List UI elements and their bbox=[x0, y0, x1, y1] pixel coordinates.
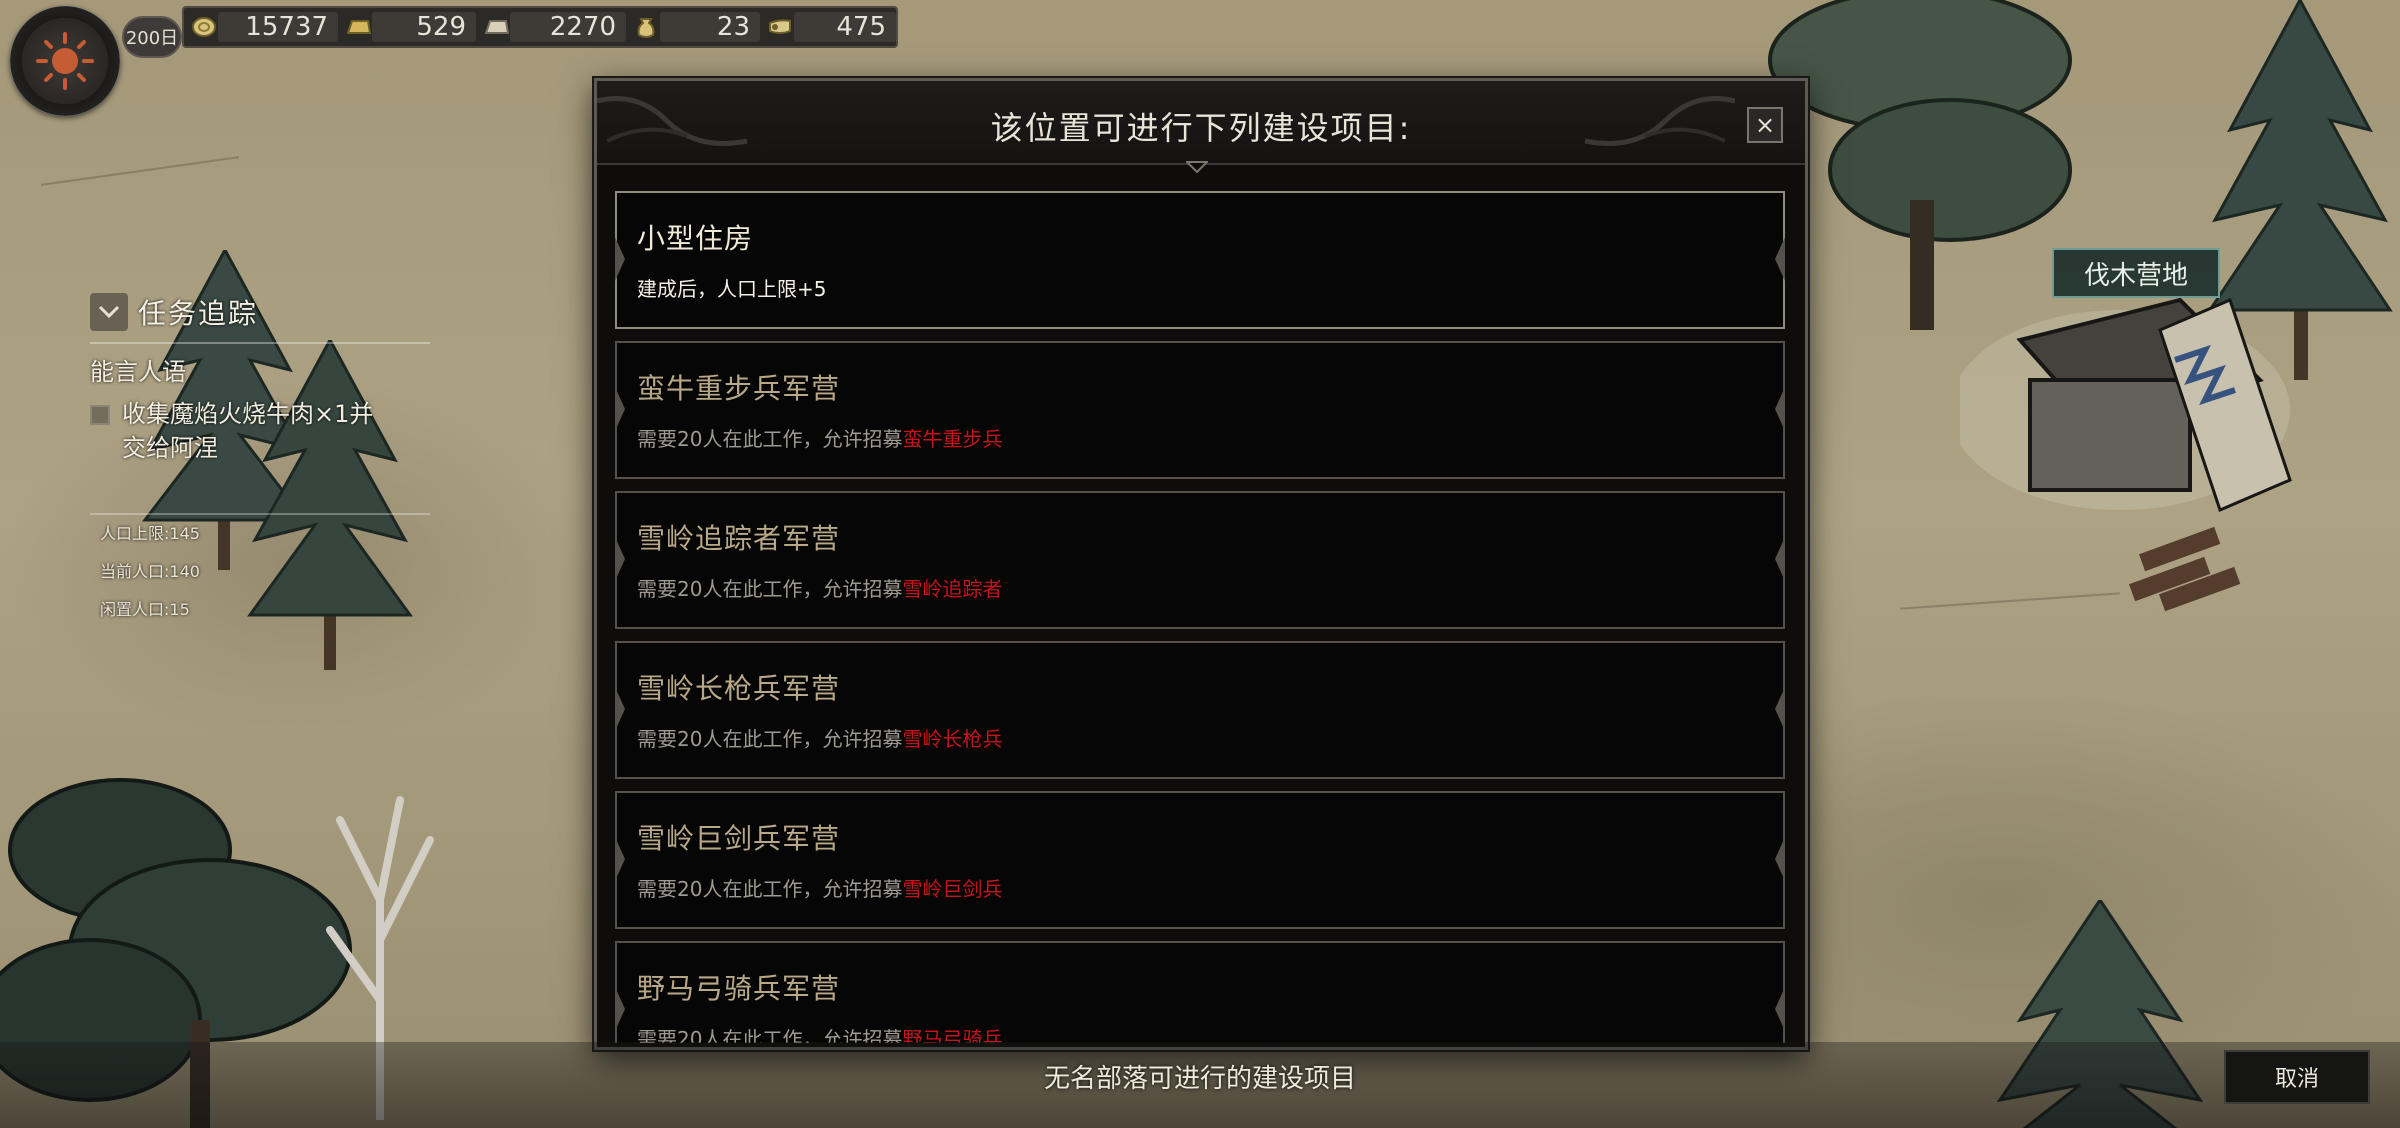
option-description: 需要20人在此工作，允许招募野马弓骑兵 bbox=[637, 1023, 1002, 1043]
cancel-button[interactable]: 取消 bbox=[2224, 1050, 2370, 1104]
resource-grain[interactable]: 23 bbox=[632, 11, 760, 43]
day-cycle-dial[interactable] bbox=[10, 6, 120, 116]
unit-name: 雪岭长枪兵 bbox=[902, 727, 1003, 751]
gold-bar-value: 529 bbox=[372, 12, 476, 42]
description-text: 需要20人在此工作，允许招募 bbox=[637, 577, 903, 601]
sun-icon bbox=[36, 32, 94, 90]
silver-bar-icon bbox=[482, 15, 510, 39]
build-options-list[interactable]: 小型住房 建成后，人口上限+5 蛮牛重步兵军营 需要20人在此工作，允许招募蛮牛… bbox=[615, 191, 1785, 1043]
description-text: 需要20人在此工作，允许招募 bbox=[637, 877, 903, 901]
option-title: 雪岭巨剑兵军营 bbox=[637, 822, 841, 855]
quest-tracker-title: 任务追踪 bbox=[138, 297, 259, 330]
description-text: 需要20人在此工作，允许招募 bbox=[637, 727, 903, 751]
option-description: 需要20人在此工作，允许招募雪岭长枪兵 bbox=[637, 723, 1002, 752]
resource-bar: 15737 529 2270 23 475 bbox=[182, 6, 898, 48]
card-notch bbox=[615, 237, 625, 281]
card-notch bbox=[615, 537, 625, 581]
option-title: 雪岭长枪兵军营 bbox=[637, 672, 841, 705]
horn-value: 475 bbox=[794, 12, 896, 42]
build-option-spearman-barracks[interactable]: 雪岭长枪兵军营 需要20人在此工作，允许招募雪岭长枪兵 bbox=[615, 641, 1785, 779]
idle-population: 闲置人口:15 bbox=[100, 600, 190, 619]
gold-bar-icon bbox=[344, 15, 372, 39]
dialog-header: 该位置可进行下列建设项目: × bbox=[597, 81, 1805, 165]
task-text-line1: 收集魔焰火烧牛肉×1并 bbox=[122, 400, 374, 428]
card-notch bbox=[1775, 387, 1785, 431]
description-text: 建成后，人口上限+5 bbox=[637, 277, 827, 301]
description-text: 需要20人在此工作，允许招募 bbox=[637, 1027, 903, 1043]
card-notch bbox=[1775, 237, 1785, 281]
card-notch bbox=[615, 387, 625, 431]
unit-name: 雪岭追踪者 bbox=[902, 577, 1003, 601]
option-title: 小型住房 bbox=[637, 222, 754, 255]
close-icon: × bbox=[1754, 111, 1776, 139]
card-notch bbox=[1775, 687, 1785, 731]
option-description: 建成后，人口上限+5 bbox=[637, 273, 826, 302]
description-text: 需要20人在此工作，允许招募 bbox=[637, 427, 903, 451]
build-option-greatsword-barracks[interactable]: 雪岭巨剑兵军营 需要20人在此工作，允许招募雪岭巨剑兵 bbox=[615, 791, 1785, 929]
build-options-dialog: 该位置可进行下列建设项目: × 小型住房 建成后，人口上限+5 蛮牛重步兵军营 … bbox=[594, 78, 1808, 1050]
close-button[interactable]: × bbox=[1747, 107, 1783, 143]
build-option-tracker-barracks[interactable]: 雪岭追踪者军营 需要20人在此工作，允许招募雪岭追踪者 bbox=[615, 491, 1785, 629]
card-notch bbox=[615, 987, 625, 1031]
build-option-bull-infantry-barracks[interactable]: 蛮牛重步兵军营 需要20人在此工作，允许招募蛮牛重步兵 bbox=[615, 341, 1785, 479]
current-population: 当前人口:140 bbox=[100, 562, 200, 581]
header-pointer-icon bbox=[1186, 161, 1208, 173]
task-text-line2: 交给阿涅 bbox=[122, 434, 218, 462]
option-title: 野马弓骑兵军营 bbox=[637, 972, 841, 1005]
option-description: 需要20人在此工作，允许招募雪岭巨剑兵 bbox=[637, 873, 1002, 902]
silver-bar-value: 2270 bbox=[510, 12, 626, 42]
quest-task[interactable]: 收集魔焰火烧牛肉×1并 交给阿涅 bbox=[90, 397, 450, 465]
card-notch bbox=[615, 837, 625, 881]
unit-name: 野马弓骑兵 bbox=[902, 1027, 1003, 1043]
build-option-horse-archer-barracks[interactable]: 野马弓骑兵军营 需要20人在此工作，允许招募野马弓骑兵 bbox=[615, 941, 1785, 1043]
card-notch bbox=[1775, 987, 1785, 1031]
quest-tracker-header[interactable]: 任务追踪 bbox=[90, 292, 450, 332]
option-title: 蛮牛重步兵军营 bbox=[637, 372, 841, 405]
task-checkbox[interactable] bbox=[90, 405, 110, 425]
chevron-down-icon[interactable] bbox=[90, 293, 128, 331]
option-description: 需要20人在此工作，允许招募雪岭追踪者 bbox=[637, 573, 1002, 602]
day-counter: 200日 bbox=[122, 16, 182, 58]
horn-icon bbox=[766, 15, 794, 39]
population-limit: 人口上限:145 bbox=[100, 524, 200, 543]
lumber-camp-label[interactable]: 伐木营地 bbox=[2052, 248, 2220, 298]
quest-tracker: 任务追踪 能言人语 收集魔焰火烧牛肉×1并 交给阿涅 人口上限:145 当前人口… bbox=[90, 292, 450, 629]
option-title: 雪岭追踪者军营 bbox=[637, 522, 841, 555]
option-description: 需要20人在此工作，允许招募蛮牛重步兵 bbox=[637, 423, 1002, 452]
unit-name: 雪岭巨剑兵 bbox=[902, 877, 1003, 901]
resource-coin[interactable]: 15737 bbox=[190, 11, 338, 43]
grain-value: 23 bbox=[660, 12, 760, 42]
card-notch bbox=[615, 687, 625, 731]
resource-horn[interactable]: 475 bbox=[766, 11, 896, 43]
resource-gold-bar[interactable]: 529 bbox=[344, 11, 476, 43]
build-option-small-house[interactable]: 小型住房 建成后，人口上限+5 bbox=[615, 191, 1785, 329]
build-hint-text: 无名部落可进行的建设项目 bbox=[1043, 1064, 1356, 1094]
quest-name[interactable]: 能言人语 bbox=[90, 352, 450, 387]
card-notch bbox=[1775, 537, 1785, 581]
coin-icon bbox=[190, 15, 218, 39]
resource-silver-bar[interactable]: 2270 bbox=[482, 11, 626, 43]
coin-value: 15737 bbox=[218, 12, 338, 42]
divider bbox=[90, 342, 430, 344]
grain-sack-icon bbox=[632, 15, 660, 39]
unit-name: 蛮牛重步兵 bbox=[902, 427, 1003, 451]
dialog-title: 该位置可进行下列建设项目: bbox=[990, 109, 1412, 147]
card-notch bbox=[1775, 837, 1785, 881]
